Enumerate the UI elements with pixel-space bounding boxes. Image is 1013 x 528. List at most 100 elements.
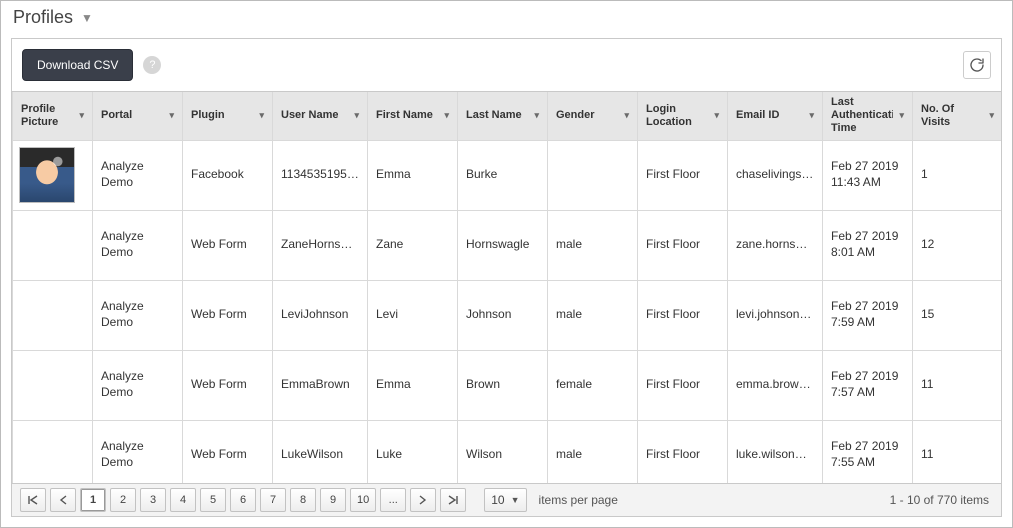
cell-gender: male	[548, 420, 638, 483]
col-header-lname[interactable]: Last Name▾	[458, 92, 548, 140]
cell-lname: Johnson	[458, 280, 548, 350]
cell-uname: LukeWilson	[273, 420, 368, 483]
avatar	[19, 147, 75, 203]
profiles-table: Profile Picture▾Portal▾Plugin▾User Name▾…	[12, 92, 1001, 483]
col-header-loc[interactable]: Login Location▾	[638, 92, 728, 140]
cell-pic	[13, 140, 93, 210]
refresh-icon	[969, 57, 985, 73]
cell-uname: EmmaBrown	[273, 350, 368, 420]
column-menu-icon[interactable]: ▾	[532, 108, 541, 123]
col-header-visits[interactable]: No. Of Visits ▾	[913, 92, 1002, 140]
column-menu-icon[interactable]: ▾	[257, 108, 266, 123]
page-title: Profiles	[13, 7, 73, 28]
cell-gender: male	[548, 210, 638, 280]
col-header-pic[interactable]: Profile Picture▾	[13, 92, 93, 140]
cell-text: Analyze Demo	[93, 361, 182, 408]
cell-text: Web Form	[183, 229, 272, 261]
cell-fname: Zane	[368, 210, 458, 280]
col-header-portal[interactable]: Portal▾	[93, 92, 183, 140]
table-row[interactable]: Analyze DemoWeb FormZaneHornswagleZaneHo…	[13, 210, 1002, 280]
cell-text: 113453519526...	[273, 159, 367, 191]
pager-page-10[interactable]: 10	[350, 488, 376, 512]
pager: 12345678910... 10 ▼ items per page 1 - 1…	[12, 483, 1001, 516]
cell-text: ZaneHornswagle	[273, 229, 367, 261]
pager-prev-button[interactable]	[50, 488, 76, 512]
cell-visits: 11	[913, 420, 1002, 483]
cell-fname: Emma	[368, 140, 458, 210]
cell-text: male	[548, 439, 637, 471]
cell-text: Luke	[368, 439, 457, 471]
cell-text: Wilson	[458, 439, 547, 471]
pager-ellipsis[interactable]: ...	[380, 488, 406, 512]
column-menu-icon[interactable]: ▾	[987, 108, 996, 123]
pager-page-4[interactable]: 4	[170, 488, 196, 512]
help-icon[interactable]: ?	[143, 56, 161, 74]
column-menu-icon[interactable]: ▾	[77, 108, 86, 123]
pager-page-6[interactable]: 6	[230, 488, 256, 512]
cell-portal: Analyze Demo	[93, 210, 183, 280]
title-dropdown-caret[interactable]: ▼	[81, 11, 93, 25]
col-header-fname[interactable]: First Name▾	[368, 92, 458, 140]
col-header-gender[interactable]: Gender▾	[548, 92, 638, 140]
cell-auth: Feb 27 2019 7:57 AM	[823, 350, 913, 420]
cell-text: Brown	[458, 369, 547, 401]
pager-page-8[interactable]: 8	[290, 488, 316, 512]
cell-text: luke.wilson@co...	[728, 439, 822, 471]
col-header-label: Plugin	[191, 109, 225, 122]
cell-plugin: Web Form	[183, 350, 273, 420]
cell-pic	[13, 210, 93, 280]
cell-text: Analyze Demo	[93, 151, 182, 198]
column-menu-icon[interactable]: ▾	[897, 108, 906, 123]
refresh-button[interactable]	[963, 51, 991, 79]
download-csv-button[interactable]: Download CSV	[22, 49, 133, 81]
avatar-image	[20, 148, 74, 202]
cell-lname: Hornswagle	[458, 210, 548, 280]
grid-wrap: Profile Picture▾Portal▾Plugin▾User Name▾…	[12, 91, 1001, 516]
table-row[interactable]: Analyze DemoWeb FormEmmaBrownEmmaBrownfe…	[13, 350, 1002, 420]
table-row[interactable]: Analyze DemoFacebook113453519526...EmmaB…	[13, 140, 1002, 210]
cell-loc: First Floor	[638, 210, 728, 280]
column-menu-icon[interactable]: ▾	[442, 108, 451, 123]
pager-page-1[interactable]: 1	[80, 488, 106, 512]
table-row[interactable]: Analyze DemoWeb FormLukeWilsonLukeWilson…	[13, 420, 1002, 483]
column-menu-icon[interactable]: ▾	[807, 108, 816, 123]
pager-page-7[interactable]: 7	[260, 488, 286, 512]
pager-pages: 12345678910...	[80, 488, 406, 512]
toolbar: Download CSV ?	[12, 39, 1001, 91]
col-header-uname[interactable]: User Name▾	[273, 92, 368, 140]
pager-last-button[interactable]	[440, 488, 466, 512]
cell-pic	[13, 280, 93, 350]
column-menu-icon[interactable]: ▾	[352, 108, 361, 123]
col-header-label: No. Of Visits	[921, 103, 983, 129]
first-page-icon	[28, 495, 38, 505]
last-page-icon	[448, 495, 458, 505]
column-menu-icon[interactable]: ▾	[622, 108, 631, 123]
cell-loc: First Floor	[638, 420, 728, 483]
column-menu-icon[interactable]: ▾	[167, 108, 176, 123]
col-header-email[interactable]: Email ID▾	[728, 92, 823, 140]
cell-text: Levi	[368, 299, 457, 331]
grid-scroll-area[interactable]: Profile Picture▾Portal▾Plugin▾User Name▾…	[12, 92, 1001, 483]
cell-pic	[13, 420, 93, 483]
cell-text: emma.brown@...	[728, 369, 822, 401]
pager-page-5[interactable]: 5	[200, 488, 226, 512]
chevron-down-icon: ▼	[511, 495, 520, 505]
pager-page-2[interactable]: 2	[110, 488, 136, 512]
pager-page-9[interactable]: 9	[320, 488, 346, 512]
cell-gender: female	[548, 350, 638, 420]
items-per-page-label: items per page	[539, 493, 618, 507]
cell-auth: Feb 27 2019 8:01 AM	[823, 210, 913, 280]
pager-page-3[interactable]: 3	[140, 488, 166, 512]
col-header-plugin[interactable]: Plugin ▾	[183, 92, 273, 140]
page-root: Profiles ▼ Download CSV ?	[0, 0, 1013, 528]
column-menu-icon[interactable]: ▾	[712, 108, 721, 123]
table-row[interactable]: Analyze DemoWeb FormLeviJohnsonLeviJohns…	[13, 280, 1002, 350]
cell-plugin: Web Form	[183, 210, 273, 280]
cell-visits: 11	[913, 350, 1002, 420]
cell-text: Web Form	[183, 369, 272, 401]
pager-next-button[interactable]	[410, 488, 436, 512]
pager-first-button[interactable]	[20, 488, 46, 512]
col-header-auth[interactable]: Last Authentication Time▾	[823, 92, 913, 140]
page-size-select[interactable]: 10 ▼	[484, 488, 526, 512]
pager-summary: 1 - 10 of 770 items	[890, 493, 993, 507]
